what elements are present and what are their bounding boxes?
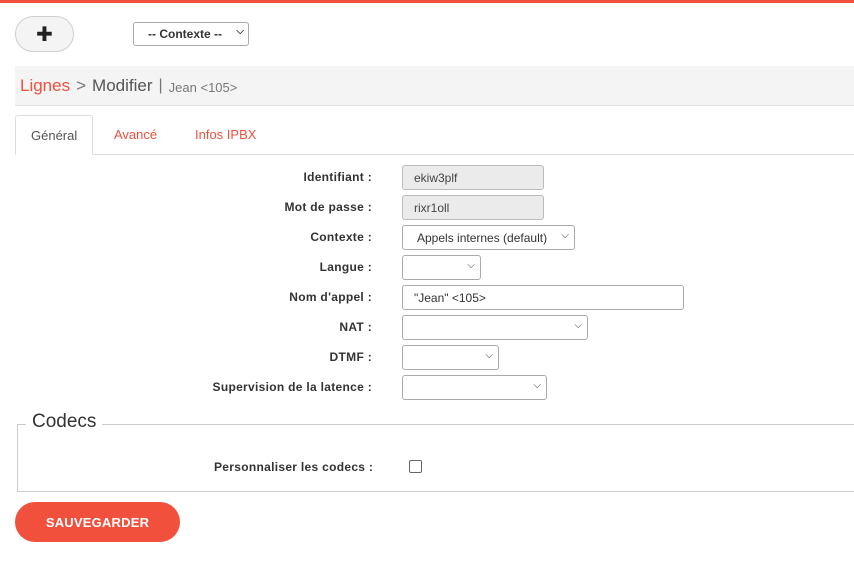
nom-appel-label: Nom d'appel : bbox=[289, 290, 372, 304]
identifiant-label: Identifiant : bbox=[303, 170, 372, 184]
mot-de-passe-field[interactable]: rixr1oll bbox=[402, 195, 544, 220]
context-select[interactable]: -- Contexte -- ⌵ bbox=[133, 22, 249, 46]
codecs-legend: Codecs bbox=[26, 411, 103, 433]
breadcrumb-separator: > bbox=[76, 75, 87, 95]
mot-de-passe-value: rixr1oll bbox=[414, 200, 450, 215]
contexte-label: Contexte : bbox=[310, 230, 372, 244]
breadcrumb-pipe: | bbox=[158, 76, 163, 94]
add-button[interactable]: ✚ bbox=[15, 16, 74, 52]
form-row-langue: Langue : ⌵ bbox=[0, 255, 854, 281]
dtmf-label: DTMF : bbox=[329, 350, 372, 364]
tab-infos-ipbx[interactable]: Infos IPBX bbox=[180, 115, 271, 155]
mot-de-passe-label: Mot de passe : bbox=[284, 200, 372, 214]
breadcrumb-subject: Jean <105> bbox=[168, 79, 238, 95]
form-row-contexte: Contexte : Appels internes (default) ⌵ bbox=[0, 225, 854, 251]
breadcrumb-current: Modifier bbox=[92, 75, 153, 95]
nat-label: NAT : bbox=[339, 320, 372, 334]
contexte-value: Appels internes (default) bbox=[417, 230, 548, 245]
codecs-fieldset: Codecs Personnaliser les codecs : bbox=[17, 411, 854, 492]
chevron-down-icon: ⌵ bbox=[236, 26, 244, 37]
chevron-down-icon: ⌵ bbox=[533, 380, 541, 391]
form-row-mot-de-passe: Mot de passe : rixr1oll bbox=[0, 195, 854, 221]
form-row-nom-appel: Nom d'appel : "Jean" <105> bbox=[0, 285, 854, 311]
nat-select[interactable]: ⌵ bbox=[402, 315, 588, 340]
tab-general[interactable]: Général bbox=[15, 115, 94, 155]
tab-bar: Général Avancé Infos IPBX bbox=[15, 115, 854, 155]
tab-avance[interactable]: Avancé bbox=[99, 115, 172, 155]
chevron-down-icon: ⌵ bbox=[485, 350, 493, 361]
identifiant-value: ekiw3plf bbox=[414, 170, 458, 185]
langue-label: Langue : bbox=[319, 260, 372, 274]
nom-appel-input[interactable]: "Jean" <105> bbox=[402, 285, 684, 310]
chevron-down-icon: ⌵ bbox=[467, 260, 475, 271]
plus-icon: ✚ bbox=[36, 23, 53, 46]
langue-select[interactable]: ⌵ bbox=[402, 255, 481, 280]
top-accent-bar bbox=[0, 0, 854, 3]
identifiant-field[interactable]: ekiw3plf bbox=[402, 165, 544, 190]
context-select-value: -- Contexte -- bbox=[148, 27, 222, 41]
form-row-nat: NAT : ⌵ bbox=[0, 315, 854, 341]
nom-appel-value: "Jean" <105> bbox=[414, 290, 486, 305]
form-row-identifiant: Identifiant : ekiw3plf bbox=[0, 165, 854, 191]
chevron-down-icon: ⌵ bbox=[574, 320, 582, 331]
custom-codecs-label: Personnaliser les codecs : bbox=[214, 460, 374, 474]
supervision-label: Supervision de la latence : bbox=[212, 380, 372, 394]
dtmf-select[interactable]: ⌵ bbox=[402, 345, 499, 370]
form-row-supervision: Supervision de la latence : ⌵ bbox=[0, 375, 854, 401]
contexte-select[interactable]: Appels internes (default) ⌵ bbox=[402, 225, 575, 250]
form-row-dtmf: DTMF : ⌵ bbox=[0, 345, 854, 371]
breadcrumb-lignes-link[interactable]: Lignes bbox=[20, 76, 70, 96]
supervision-select[interactable]: ⌵ bbox=[402, 375, 547, 400]
breadcrumb: Lignes > Modifier | Jean <105> bbox=[15, 66, 854, 106]
custom-codecs-checkbox[interactable] bbox=[409, 460, 422, 473]
chevron-down-icon: ⌵ bbox=[561, 230, 569, 241]
save-button[interactable]: SAUVEGARDER bbox=[15, 502, 180, 542]
